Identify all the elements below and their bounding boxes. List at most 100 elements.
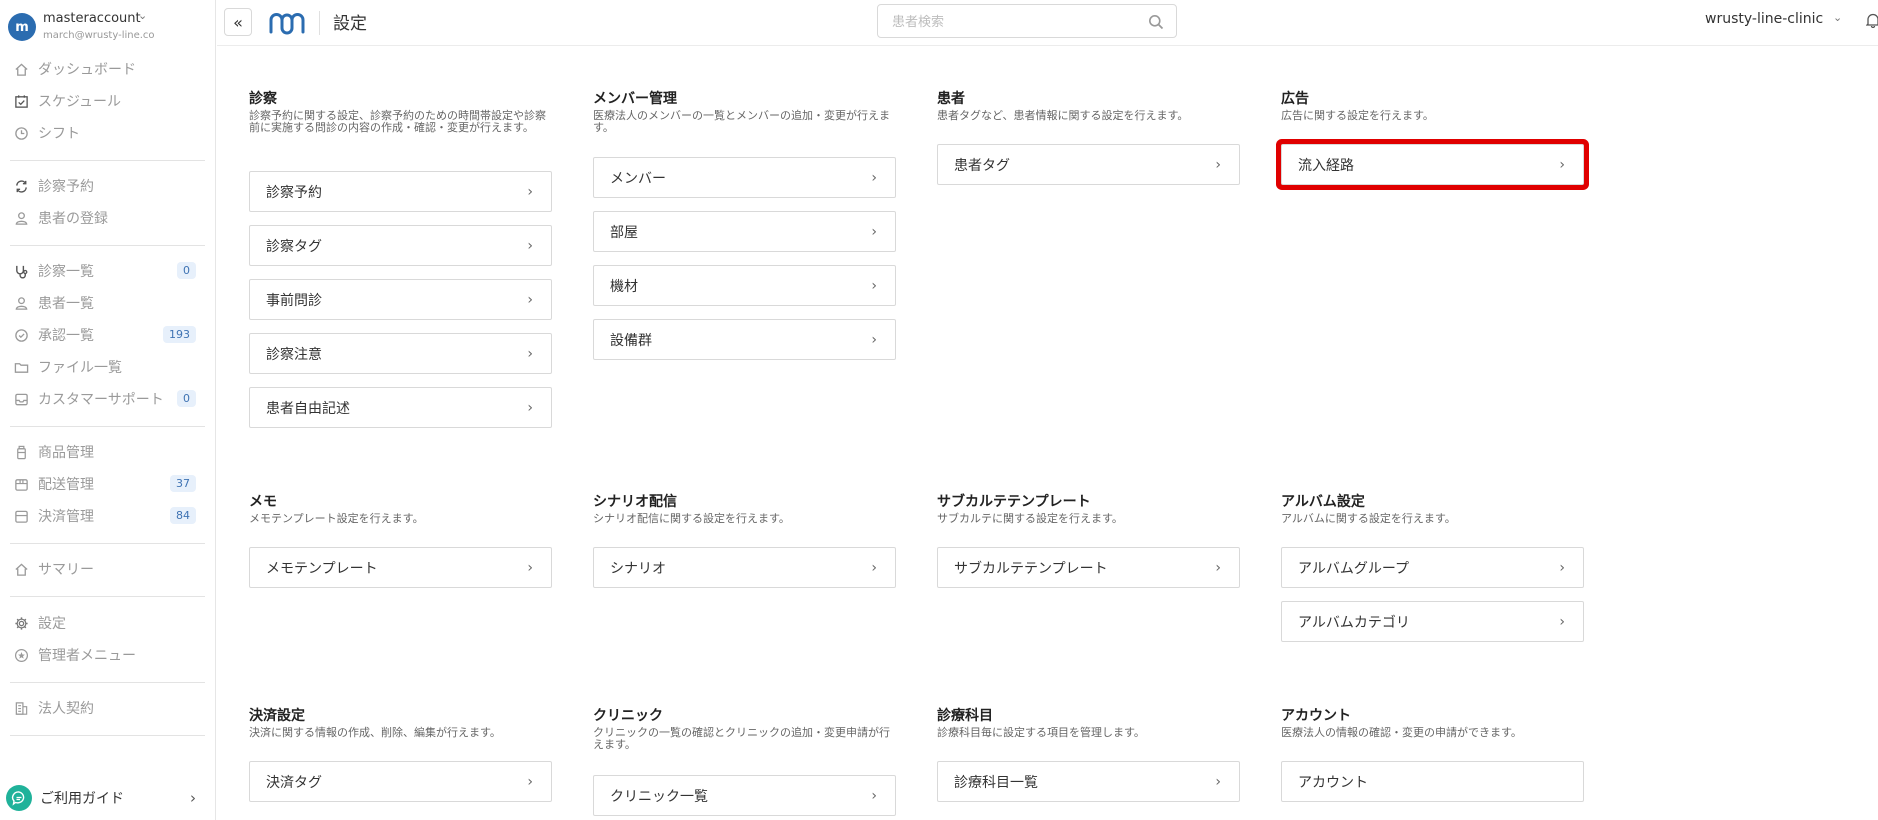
settings-link-label: 事前問診 — [266, 292, 322, 309]
settings-link-clinic-list[interactable]: クリニック一覧 › — [593, 775, 896, 816]
settings-link-album-category[interactable]: アルバムカテゴリ › — [1281, 601, 1584, 642]
settings-link-rooms[interactable]: 部屋 › — [593, 211, 896, 252]
search-input[interactable] — [878, 5, 1154, 39]
collapse-sidebar-button[interactable]: « — [224, 8, 252, 36]
section-description: 患者タグなど、患者情報に関する設定を行えます。 — [937, 109, 1189, 122]
folder-icon — [13, 359, 29, 375]
section-description: 診察予約に関する設定、診察予約のための時間帯設定や診察前に実施する問診の内容の作… — [249, 109, 546, 134]
settings-link-label: 設備群 — [610, 332, 652, 349]
section-description: アルバムに関する設定を行えます。 — [1281, 512, 1456, 525]
usage-guide-link[interactable]: ご利用ガイド › — [0, 784, 216, 812]
settings-link-consultation-notice[interactable]: 診察注意 › — [249, 333, 552, 374]
count-badge: 0 — [177, 390, 196, 407]
section-title: 決済設定 — [249, 708, 305, 724]
section-title: メモ — [249, 494, 277, 510]
settings-link-members[interactable]: メンバー › — [593, 157, 896, 198]
sidebar-divider — [10, 682, 205, 683]
settings-link-patient-free-text[interactable]: 患者自由記述 › — [249, 387, 552, 428]
clinic-selector[interactable]: wrusty-line-clinic — [1705, 11, 1823, 27]
settings-link-subchart-template[interactable]: サブカルテテンプレート › — [937, 547, 1240, 588]
settings-link-label: アルバムグループ — [1298, 560, 1410, 577]
sidebar-item-file-list[interactable]: ファイル一覧 — [0, 354, 216, 380]
sidebar-item-patient-register[interactable]: 患者の登録 — [0, 205, 216, 231]
section-title: シナリオ配信 — [593, 494, 677, 510]
chevron-right-icon: › — [871, 559, 877, 576]
chevron-right-icon: › — [1215, 773, 1221, 790]
patient-search — [877, 4, 1177, 39]
sidebar-item-settings[interactable]: 設定 — [0, 610, 216, 636]
gear-icon — [13, 615, 29, 631]
chevron-right-icon: › — [1215, 156, 1221, 173]
settings-link-memo-template[interactable]: メモテンプレート › — [249, 547, 552, 588]
sidebar-item-label: カスタマーサポート — [38, 392, 164, 408]
chevron-right-icon: › — [190, 789, 196, 807]
settings-link-inflow-route[interactable]: 流入経路 › — [1281, 144, 1584, 185]
wallet-icon — [13, 508, 29, 524]
clock-icon — [13, 125, 29, 141]
sidebar-item-shift[interactable]: シフト — [0, 120, 216, 146]
sidebar-item-schedule[interactable]: スケジュール — [0, 88, 216, 114]
settings-link-label: 診療科目一覧 — [954, 774, 1038, 791]
section-title: アカウント — [1281, 708, 1351, 724]
sidebar-item-summary[interactable]: サマリー — [0, 556, 216, 582]
settings-link-label: 流入経路 — [1298, 157, 1354, 174]
box-icon — [13, 476, 29, 492]
sync-icon — [13, 178, 29, 194]
section-title: 診察 — [249, 91, 277, 107]
settings-link-reservation[interactable]: 診察予約 › — [249, 171, 552, 212]
sidebar-item-label: 診察一覧 — [38, 264, 94, 280]
sidebar-item-label: 法人契約 — [38, 701, 94, 717]
sidebar-item-admin-menu[interactable]: 管理者メニュー — [0, 642, 216, 668]
sidebar-item-patient-list[interactable]: 患者一覧 — [0, 290, 216, 316]
section-title: 診療科目 — [937, 708, 993, 724]
section-description: 医療法人の情報の確認・変更の申請ができます。 — [1281, 726, 1522, 739]
settings-link-pre-interview[interactable]: 事前問診 › — [249, 279, 552, 320]
chevron-right-icon: › — [1559, 613, 1565, 630]
chevron-right-icon: › — [1215, 559, 1221, 576]
section-description: 診療科目毎に設定する項目を管理します。 — [937, 726, 1145, 739]
sidebar-item-payment-management[interactable]: 決済管理 84 — [0, 503, 216, 529]
settings-link-payment-tag[interactable]: 決済タグ › — [249, 761, 552, 802]
stethoscope-icon — [13, 263, 29, 279]
bell-icon[interactable] — [1866, 12, 1878, 28]
section-description: メモテンプレート設定を行えます。 — [249, 512, 424, 525]
settings-link-department-list[interactable]: 診療科目一覧 › — [937, 761, 1240, 802]
sidebar-item-approval-list[interactable]: 承認一覧 193 — [0, 322, 216, 348]
chevron-right-icon: › — [527, 183, 533, 200]
chevron-right-icon: › — [1559, 156, 1565, 173]
sidebar-item-label: ダッシュボード — [38, 62, 136, 78]
sidebar-item-consultation-list[interactable]: 診察一覧 0 — [0, 258, 216, 284]
sidebar-item-corporate-contract[interactable]: 法人契約 — [0, 695, 216, 721]
settings-link-scenario[interactable]: シナリオ › — [593, 547, 896, 588]
chevron-down-icon: ⌄ — [138, 9, 148, 22]
page-title: 設定 — [333, 14, 367, 34]
chevron-right-icon: › — [871, 277, 877, 294]
sidebar-item-label: サマリー — [38, 562, 94, 578]
settings-link-patient-tag[interactable]: 患者タグ › — [937, 144, 1240, 185]
settings-link-consultation-tag[interactable]: 診察タグ › — [249, 225, 552, 266]
settings-link-account[interactable]: アカウント — [1281, 761, 1584, 802]
sidebar-item-label: 設定 — [38, 616, 66, 632]
home-icon — [13, 61, 29, 77]
sidebar: m masteraccount ⌄ march@wrusty-line.co ダ… — [0, 0, 216, 820]
sidebar-item-product-management[interactable]: 商品管理 — [0, 439, 216, 465]
chevron-right-icon: › — [527, 291, 533, 308]
account-switcher[interactable]: m masteraccount ⌄ march@wrusty-line.co — [6, 9, 211, 45]
user-icon — [13, 210, 29, 226]
bottle-icon — [13, 444, 29, 460]
sidebar-divider — [10, 160, 205, 161]
search-icon[interactable] — [1148, 14, 1164, 30]
user-icon — [13, 295, 29, 311]
sidebar-item-reservation[interactable]: 診察予約 — [0, 173, 216, 199]
settings-link-album-group[interactable]: アルバムグループ › — [1281, 547, 1584, 588]
sidebar-item-delivery-management[interactable]: 配送管理 37 — [0, 471, 216, 497]
sidebar-item-dashboard[interactable]: ダッシュボード — [0, 56, 216, 82]
settings-link-label: 診察予約 — [266, 184, 322, 201]
settings-link-equipment[interactable]: 機材 › — [593, 265, 896, 306]
settings-link-facility-groups[interactable]: 設備群 › — [593, 319, 896, 360]
section-title: 患者 — [937, 91, 965, 107]
chevron-right-icon: › — [527, 345, 533, 362]
settings-link-label: メンバー — [610, 170, 666, 187]
section-description: クリニックの一覧の確認とクリニックの追加・変更申請が行えます。 — [593, 726, 890, 751]
sidebar-item-customer-support[interactable]: カスタマーサポート 0 — [0, 386, 216, 412]
